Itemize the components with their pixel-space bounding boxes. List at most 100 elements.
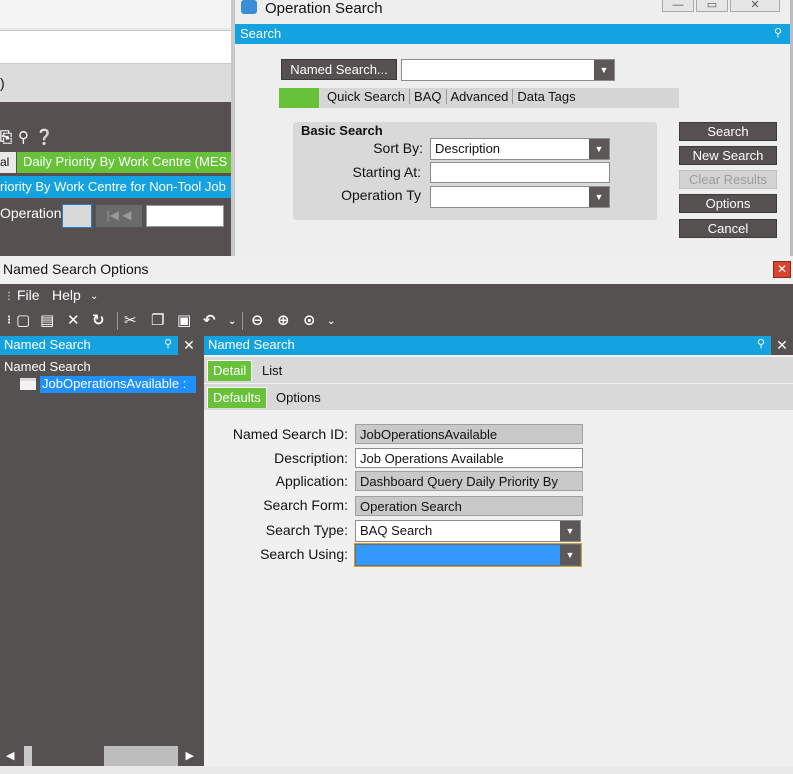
operation-type-select[interactable]: ▼ <box>430 186 610 208</box>
search-using-select[interactable]: ▼ <box>354 543 582 567</box>
scroll-track-segment[interactable] <box>104 746 178 766</box>
sort-by-label: Sort By: <box>373 140 423 156</box>
close-icon[interactable]: ✕ <box>773 261 791 278</box>
scroll-left-icon[interactable]: ◀ <box>6 749 14 762</box>
tab-list[interactable]: List <box>262 363 282 378</box>
background-blue-bar: riority By Work Centre for Non-Tool Job <box>0 176 236 198</box>
tree-item-selected[interactable]: JobOperationsAvailable : <box>40 376 196 393</box>
tree-root[interactable]: Named Search <box>4 359 91 374</box>
clear-results-button[interactable]: Clear Results <box>679 170 777 189</box>
close-icon[interactable]: ✕ <box>178 336 200 355</box>
preview-icon[interactable]: ⚲ <box>18 128 29 146</box>
nav-prev-buttons[interactable]: |◀ ◀ <box>96 205 142 227</box>
close-icon[interactable]: ✕ <box>771 336 793 355</box>
cancel-button[interactable]: Cancel <box>679 219 777 238</box>
chevron-down-icon[interactable]: ⌄ <box>228 316 236 327</box>
close-button[interactable]: ✕ <box>730 0 780 12</box>
cut-icon[interactable]: ✂ <box>124 311 137 329</box>
refresh-icon[interactable]: ↻ <box>92 311 105 329</box>
app-icon <box>241 0 257 14</box>
binoculars-icon[interactable] <box>62 204 92 228</box>
left-pane: Named Search ⚲ ✕ Named Search JobOperati… <box>0 336 200 774</box>
sort-by-select[interactable]: Description ▼ <box>430 138 610 160</box>
menu-bar: ⋮ File Help ⌄ <box>0 285 793 307</box>
copy-icon[interactable]: ❐ <box>151 311 164 329</box>
home-icon[interactable]: ⊙ <box>303 311 316 329</box>
background-title-strip <box>0 0 236 28</box>
operation-search-dialog: Operation Search — ▭ ✕ Search ⚲ Named Se… <box>231 0 793 256</box>
dialog-title-bar: Operation Search — ▭ ✕ <box>235 0 790 22</box>
new-search-button[interactable]: New Search <box>679 146 777 165</box>
application-field: Dashboard Query Daily Priority By <box>355 471 583 491</box>
search-button[interactable]: Search <box>679 122 777 141</box>
horizontal-scrollbar[interactable]: ◀ ▶ <box>0 744 200 768</box>
tab-advanced[interactable]: Advanced <box>447 89 514 104</box>
back-icon[interactable]: ⊖ <box>251 311 264 329</box>
named-search-button[interactable]: Named Search... <box>281 59 397 80</box>
nso-title-bar: Named Search Options ✕ <box>0 256 793 284</box>
tab-options[interactable]: Options <box>276 390 321 405</box>
chevron-down-icon[interactable]: ▼ <box>560 521 580 541</box>
background-input-area[interactable] <box>0 30 232 64</box>
options-button[interactable]: Options <box>679 194 777 213</box>
right-pane-header: Named Search ⚲ ✕ <box>204 336 793 355</box>
menu-overflow-icon[interactable]: ⌄ <box>90 291 98 302</box>
forward-icon[interactable]: ⊕ <box>277 311 290 329</box>
background-active-tab[interactable]: Daily Priority By Work Centre (MES <box>17 152 236 173</box>
description-input[interactable]: Job Operations Available <box>355 448 583 468</box>
named-search-id-field: JobOperationsAvailable <box>355 424 583 444</box>
toolbar-separator <box>117 312 118 330</box>
pin-icon[interactable]: ⚲ <box>774 26 782 39</box>
right-pane: Named Search ⚲ ✕ Detail List Defaults Op… <box>204 336 793 774</box>
menu-grip-icon: ⋮ <box>4 291 14 302</box>
maximize-button[interactable]: ▭ <box>696 0 728 12</box>
background-cut-label: ) <box>0 75 5 91</box>
tab-detail[interactable]: Detail <box>207 360 253 381</box>
menu-help[interactable]: Help <box>52 287 81 303</box>
defaults-options-tabs: Defaults Options <box>204 384 793 410</box>
tab-active-indicator[interactable] <box>279 88 319 108</box>
minimize-button[interactable]: — <box>662 0 694 12</box>
save-icon[interactable]: ▤ <box>40 311 54 329</box>
help-icon[interactable]: ❔ <box>35 128 54 146</box>
starting-at-input[interactable] <box>430 162 610 183</box>
scroll-right-icon[interactable]: ▶ <box>186 749 194 762</box>
search-type-select[interactable]: BAQ Search ▼ <box>355 520 581 542</box>
chevron-down-icon[interactable]: ▼ <box>589 187 609 207</box>
application-label: Application: <box>275 473 348 489</box>
scroll-thumb[interactable] <box>24 746 32 766</box>
tab-data-tags[interactable]: Data Tags <box>513 89 579 104</box>
background-tab-partial[interactable]: al <box>0 152 16 173</box>
right-pane-title: Named Search <box>208 337 295 352</box>
search-form-label: Search Form: <box>263 497 348 513</box>
new-icon[interactable]: ▢ <box>16 311 30 329</box>
dialog-title: Operation Search <box>265 0 383 17</box>
tab-defaults[interactable]: Defaults <box>207 387 267 408</box>
named-search-id-label: Named Search ID: <box>232 426 348 442</box>
chevron-down-icon[interactable]: ▼ <box>594 60 614 80</box>
tab-quick-search[interactable]: Quick Search <box>323 89 411 104</box>
undo-icon[interactable]: ↶ <box>203 311 216 329</box>
search-tabs: Quick Search BAQ Advanced Data Tags <box>279 88 679 108</box>
nso-window-title: Named Search Options <box>3 261 149 277</box>
search-using-label: Search Using: <box>260 546 348 562</box>
chevron-down-icon[interactable]: ▼ <box>589 139 609 159</box>
paste-icon[interactable]: ▣ <box>177 311 191 329</box>
print-icon[interactable]: ⎘ <box>0 129 12 146</box>
toolbar-grip-icon: ⋮ <box>4 315 14 326</box>
left-pane-header: Named Search ⚲ ✕ <box>0 336 200 355</box>
pin-icon[interactable]: ⚲ <box>757 337 765 350</box>
background-strip: ) <box>0 64 236 102</box>
named-search-select[interactable]: ▼ <box>401 59 615 81</box>
menu-file[interactable]: File <box>17 287 40 303</box>
status-bar <box>0 766 793 774</box>
delete-icon[interactable]: ✕ <box>67 311 80 329</box>
chevron-down-icon[interactable]: ⌄ <box>327 316 335 327</box>
pin-icon[interactable]: ⚲ <box>164 337 172 350</box>
search-panel-title: Search <box>240 26 282 41</box>
operation-input[interactable] <box>146 205 224 227</box>
search-type-label: Search Type: <box>265 522 348 538</box>
chevron-down-icon[interactable]: ▼ <box>560 545 580 565</box>
toolbar-separator <box>242 312 243 330</box>
tab-baq[interactable]: BAQ <box>410 89 447 104</box>
